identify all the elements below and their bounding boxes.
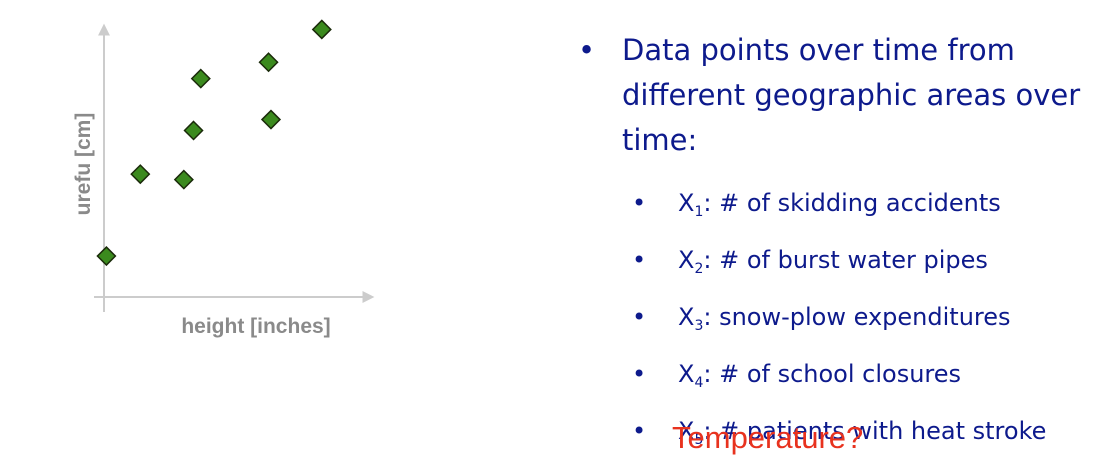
bullet-dot: • [632, 246, 647, 274]
data-point-2 [130, 164, 151, 185]
sub-bullet-x1: • X1: # of skidding accidents [560, 179, 1090, 236]
data-point-1 [96, 245, 117, 267]
x-axis-label: height [inches] [181, 315, 330, 338]
data-points [96, 19, 332, 267]
variable-description: : # of burst water pipes [703, 246, 988, 274]
main-bullet: • Data points over time from different g… [560, 28, 1090, 163]
variable-description: : snow-plow expenditures [703, 303, 1011, 331]
bullet-dot: • [578, 33, 596, 67]
data-point-6 [260, 109, 282, 130]
scatter-plot: height [inches] urefu [cm] [0, 0, 540, 472]
data-point-3 [173, 169, 194, 190]
sub-bullet-x4: • X4: # of school closures [560, 350, 1090, 407]
data-point-4 [183, 120, 204, 141]
bullet-content: • Data points over time from different g… [560, 28, 1090, 464]
bullet-dot: • [632, 303, 647, 331]
bullet-dot: • [632, 360, 647, 388]
bullet-dot: • [632, 417, 647, 445]
variable-name: X [678, 360, 695, 388]
data-point-5 [190, 68, 211, 89]
variable-description: : # of school closures [703, 360, 962, 388]
y-axis-label: urefu [cm] [72, 113, 95, 216]
main-bullet-text: Data points over time from different geo… [622, 33, 1081, 157]
scatter-chart: height [inches] urefu [cm] [72, 19, 375, 338]
temperature-question: Temperature? [672, 420, 864, 455]
data-point-8 [311, 19, 332, 40]
data-point-7 [258, 52, 279, 73]
variable-name: X [678, 189, 695, 217]
sub-bullet-x3: • X3: snow-plow expenditures [560, 293, 1090, 350]
variable-name: X [678, 303, 695, 331]
bullet-dot: • [632, 189, 647, 217]
variable-description: : # of skidding accidents [703, 189, 1001, 217]
variable-name: X [678, 246, 695, 274]
sub-bullet-x2: • X2: # of burst water pipes [560, 236, 1090, 293]
